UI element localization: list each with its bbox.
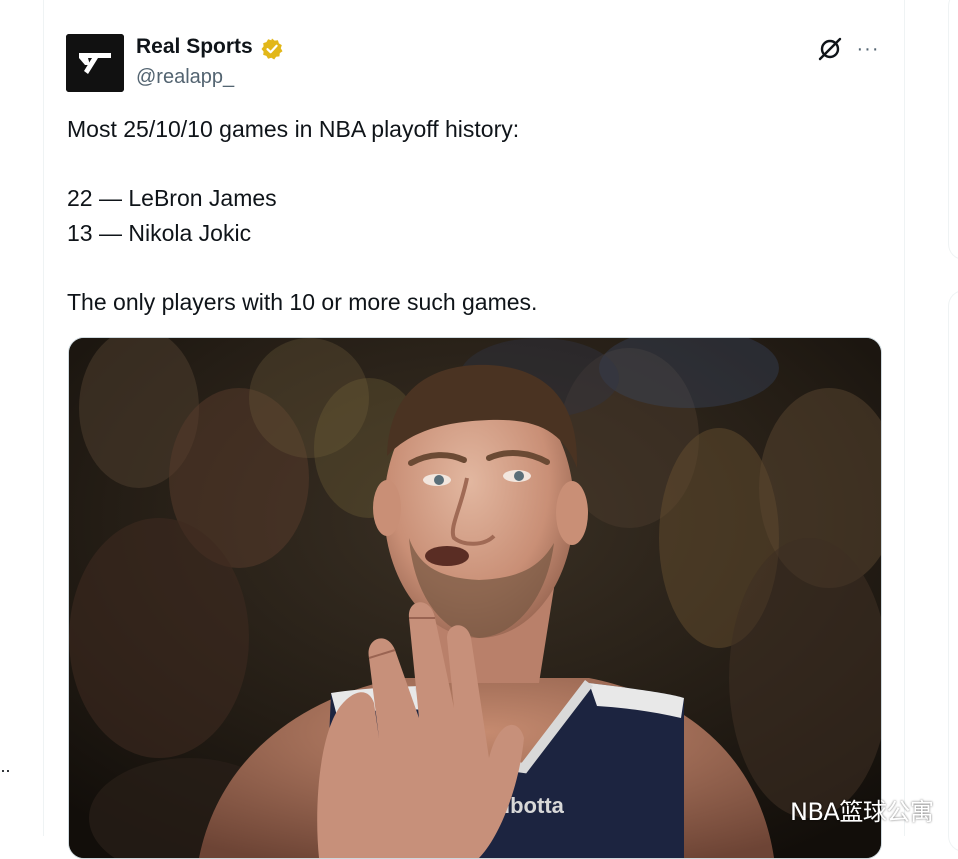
right-sidebar-card <box>948 290 958 852</box>
grok-icon <box>818 37 842 61</box>
watermark: NBA篮球公寓 <box>790 798 934 826</box>
tweet-line: 13 — Nikola Jokic <box>67 219 252 246</box>
jersey-sponsor: ibotta <box>504 793 565 818</box>
more-options-button[interactable]: ··· <box>854 35 882 63</box>
tweet-text: Most 25/10/10 games in NBA playoff histo… <box>67 112 867 319</box>
author-name[interactable]: Real Sports <box>136 35 253 59</box>
tweet-photo[interactable]: ibotta <box>68 337 882 859</box>
tweet-line: 22 — LeBron James <box>67 185 277 211</box>
more-icon[interactable]: ·· <box>0 760 11 781</box>
author-handle[interactable]: @realapp_ <box>136 66 234 89</box>
more-icon: ··· <box>856 37 880 60</box>
tweet-line: Most 25/10/10 games in NBA playoff histo… <box>67 116 520 142</box>
player-photo: ibotta <box>69 338 881 858</box>
tweet[interactable]: Real Sports @realapp_ ··· Most 25/10/10 … <box>44 0 904 859</box>
tweet-line: The only players with 10 or more such ga… <box>67 288 538 315</box>
real-sports-logo <box>66 34 124 92</box>
verified-badge-icon[interactable] <box>260 37 284 61</box>
grok-button[interactable] <box>816 35 844 63</box>
left-sidebar: ·· <box>0 0 44 836</box>
avatar[interactable] <box>66 34 124 92</box>
right-sidebar-card <box>948 0 958 260</box>
